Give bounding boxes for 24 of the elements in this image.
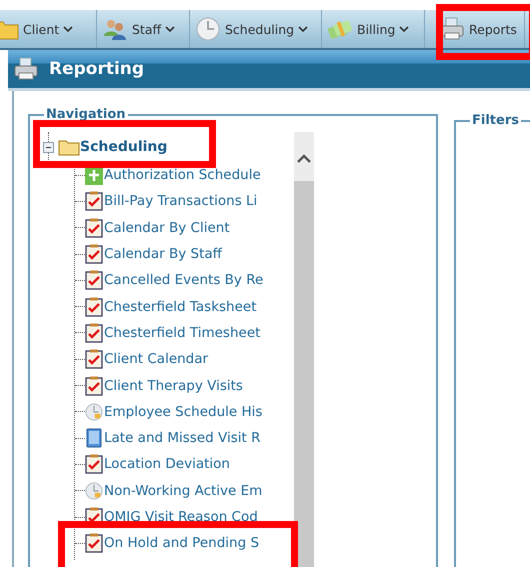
report-link[interactable]: Location Deviation: [104, 456, 230, 472]
menu-button[interactable]: Scheduling: [190, 10, 322, 48]
report-link[interactable]: Cancelled Events By Re: [104, 272, 264, 288]
menu-button[interactable]: Staff: [97, 10, 190, 48]
report-link[interactable]: Late and Missed Visit R: [104, 430, 260, 446]
menu-button[interactable]: Billing: [322, 10, 425, 48]
report-link[interactable]: OMIG Visit Reason Cod: [104, 509, 258, 525]
report-link[interactable]: Authorization Schedule: [104, 167, 261, 184]
report-link[interactable]: Employee Schedule His: [104, 404, 262, 420]
report-link[interactable]: Calendar By Staff: [104, 246, 222, 262]
report-link[interactable]: Bill-Pay Transactions Li: [104, 193, 258, 210]
report-link[interactable]: Client Therapy Visits: [104, 378, 243, 394]
menu-button[interactable]: Client: [0, 10, 97, 48]
page-title: Reporting: [49, 59, 144, 79]
panel-legend: Navigation: [44, 107, 128, 122]
report-link[interactable]: Chesterfield Timesheet: [104, 324, 260, 341]
report-link[interactable]: Non-Working Active Em: [104, 482, 262, 499]
menu-button[interactable]: Reports: [425, 10, 525, 48]
report-link[interactable]: Chesterfield Tasksheet: [104, 298, 257, 315]
report-link[interactable]: Calendar By Client: [104, 220, 230, 236]
report-link[interactable]: On Hold and Pending S: [104, 535, 260, 552]
panel-legend: Filters: [470, 113, 521, 128]
report-link[interactable]: Client Calendar: [104, 351, 208, 368]
tree-node[interactable]: Scheduling: [80, 139, 168, 155]
